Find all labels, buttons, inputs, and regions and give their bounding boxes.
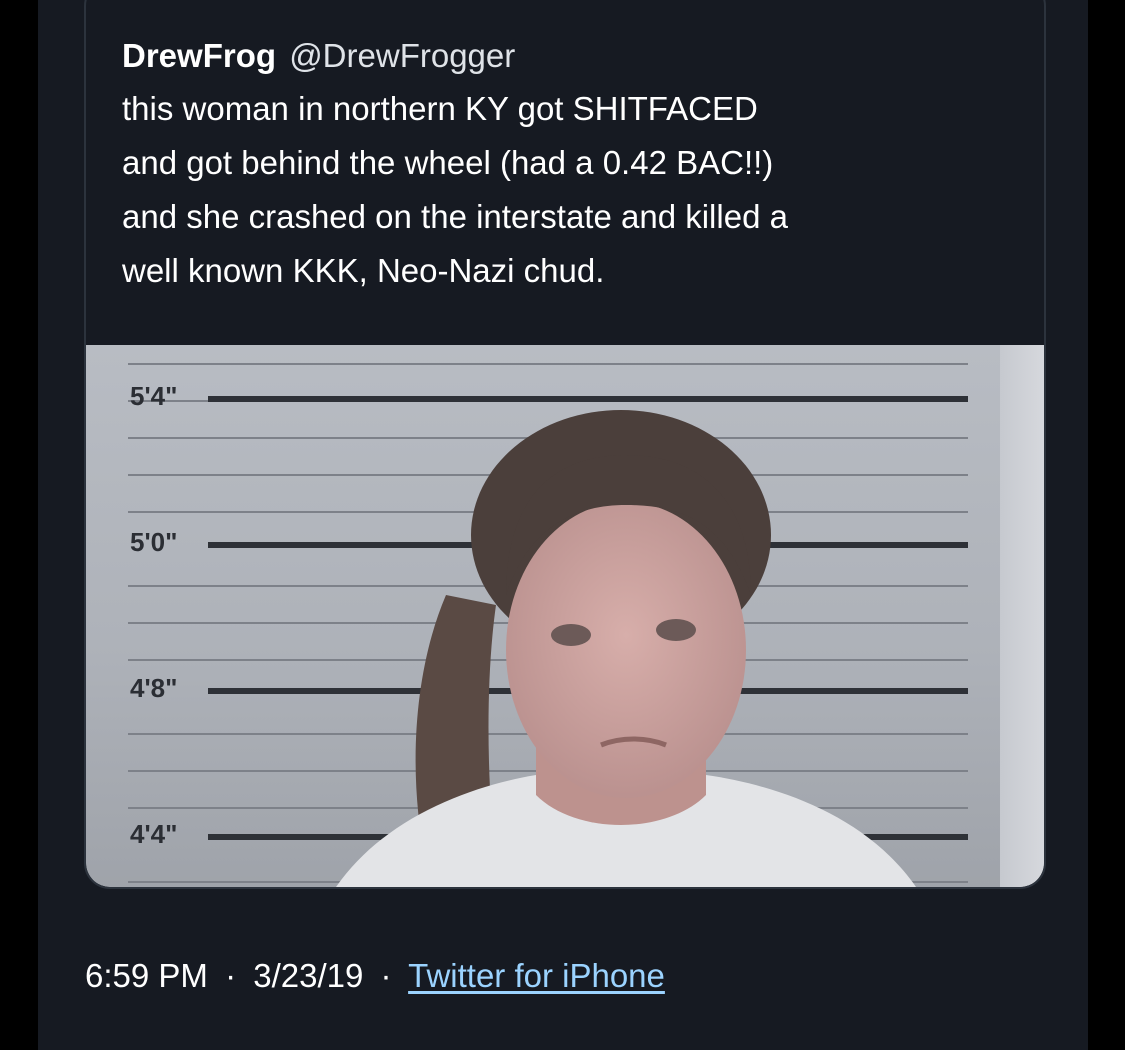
left-eye bbox=[551, 624, 591, 646]
tweet-metadata: 6:59 PM · 3/23/19 · Twitter for iPhone bbox=[85, 957, 665, 995]
person-photo bbox=[336, 410, 916, 887]
author-handle[interactable]: @DrewFrogger bbox=[289, 37, 515, 74]
face bbox=[506, 502, 746, 798]
source-link[interactable]: Twitter for iPhone bbox=[408, 957, 665, 994]
tweet-text-line: this woman in northern KY got SHITFACED bbox=[122, 90, 758, 127]
tweet-date[interactable]: 3/23/19 bbox=[253, 957, 363, 994]
tweet-text-line: and got behind the wheel (had a 0.42 BAC… bbox=[122, 144, 774, 181]
separator: · bbox=[380, 957, 392, 994]
tweet-page: DrewFrog @DrewFrogger this woman in nort… bbox=[38, 0, 1088, 1050]
tweet-text-line: well known KKK, Neo-Nazi chud. bbox=[122, 252, 605, 289]
tweet-text-line: and she crashed on the interstate and ki… bbox=[122, 198, 788, 235]
tweet-text: this woman in northern KY got SHITFACED … bbox=[122, 82, 1012, 298]
tweet-photo[interactable]: 5'4" 5'0" 4'8" 4'4" bbox=[86, 345, 1044, 887]
quoted-tweet-card[interactable]: DrewFrog @DrewFrogger this woman in nort… bbox=[84, 0, 1046, 889]
tweet-header: DrewFrog @DrewFrogger bbox=[122, 37, 515, 75]
right-eye bbox=[656, 619, 696, 641]
tweet-time[interactable]: 6:59 PM bbox=[85, 957, 208, 994]
author-display-name[interactable]: DrewFrog bbox=[122, 37, 276, 74]
separator: · bbox=[225, 957, 237, 994]
